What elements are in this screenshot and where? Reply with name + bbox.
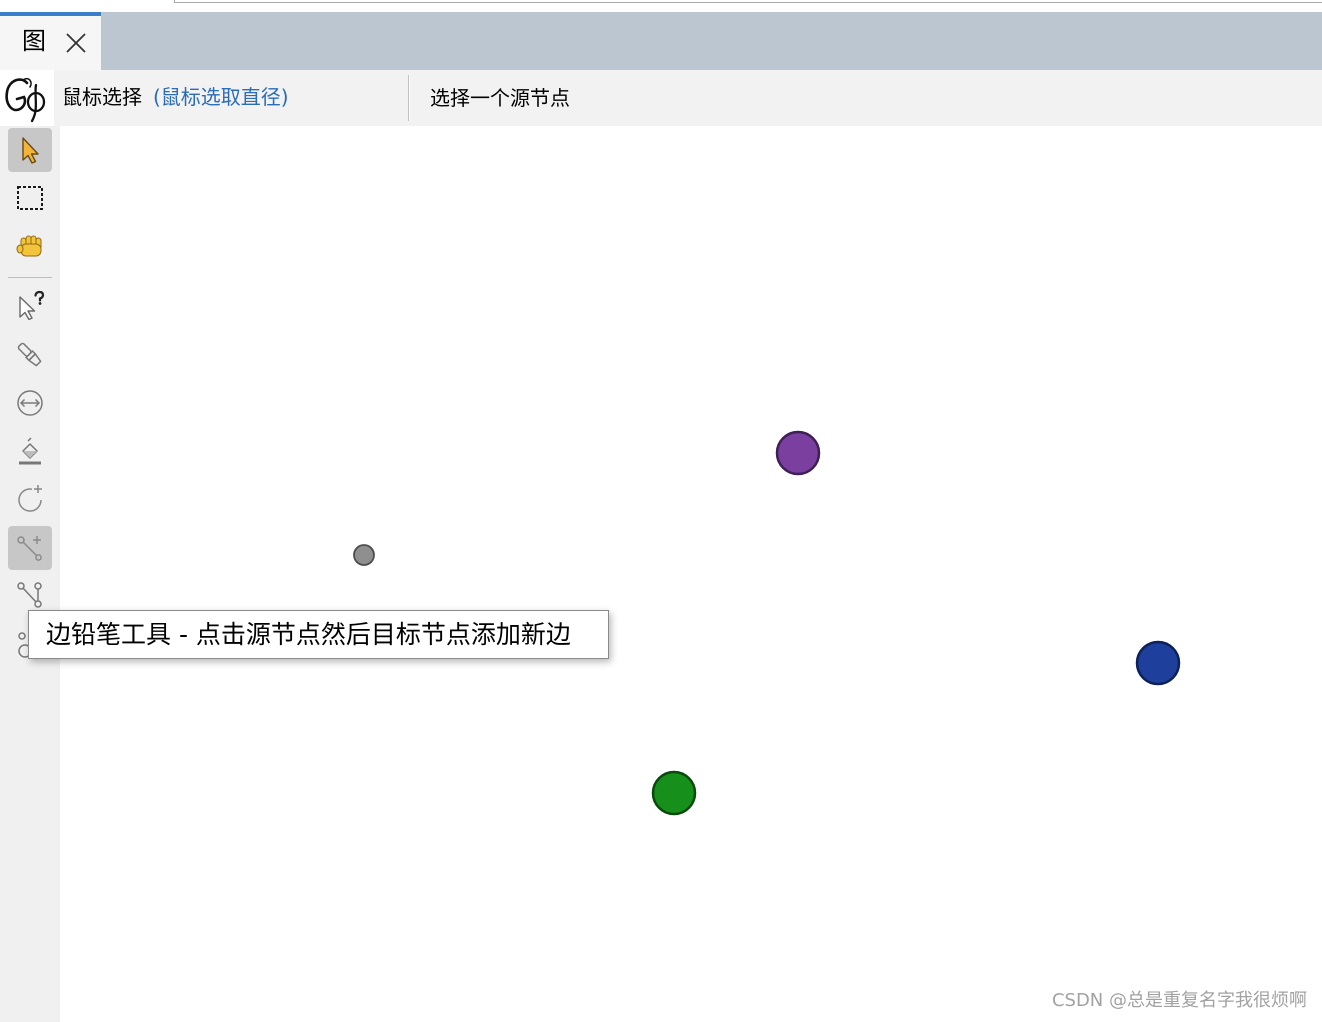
tool-edge-pencil[interactable] xyxy=(8,526,52,570)
logo xyxy=(0,70,54,126)
tab-graph[interactable]: 图 xyxy=(0,12,101,70)
graph-node[interactable] xyxy=(651,770,697,816)
tool-select[interactable] xyxy=(8,128,52,172)
watermark: CSDN @总是重复名字我很烦啊 xyxy=(1051,990,1307,1011)
graph-toolbar: 鼠标选择 (鼠标选取直径) 选择一个源节点 xyxy=(0,70,1322,126)
tool-drag[interactable] xyxy=(8,224,52,268)
rectangle-select-icon xyxy=(17,186,43,210)
pointer-help-icon xyxy=(19,290,45,320)
resize-icon xyxy=(17,390,43,416)
tool-add-node[interactable] xyxy=(8,476,52,520)
gephi-logo-icon xyxy=(5,77,46,123)
tool-sidebar xyxy=(0,126,60,1022)
close-icon[interactable] xyxy=(65,32,87,54)
status-text: 选择一个源节点 xyxy=(430,86,570,110)
edge-pencil-icon xyxy=(17,536,42,561)
tool-painter[interactable] xyxy=(8,333,52,377)
bucket-icon xyxy=(19,437,41,465)
drag-hand-icon xyxy=(16,235,42,257)
tab-title: 图 xyxy=(22,27,46,55)
top-strip xyxy=(0,0,1322,12)
graph-canvas[interactable] xyxy=(60,126,1322,1022)
graph-node[interactable] xyxy=(1135,640,1181,686)
tooltip-text: 边铅笔工具 - 点击源节点然后目标节点添加新边 xyxy=(46,620,571,649)
tab-active-indicator xyxy=(0,12,101,16)
field-edge xyxy=(174,0,1322,3)
toolbar-separator xyxy=(408,75,410,121)
graph-node[interactable] xyxy=(353,544,375,566)
tool-resize[interactable] xyxy=(8,381,52,425)
paint-brush-icon xyxy=(17,342,42,367)
tool-separator xyxy=(8,277,52,278)
graph-view[interactable] xyxy=(60,126,1322,1022)
tool-rectangle-select[interactable] xyxy=(8,176,52,220)
select-arrow-icon xyxy=(22,137,39,164)
tooltip: 边铅笔工具 - 点击源节点然后目标节点添加新边 xyxy=(28,610,609,659)
add-node-icon xyxy=(18,485,42,512)
graph-node[interactable] xyxy=(775,430,821,476)
tool-edit[interactable] xyxy=(8,283,52,327)
tab-bar xyxy=(0,12,1322,70)
shortest-path-icon xyxy=(17,582,42,608)
mode-detail-link[interactable]: (鼠标选取直径) xyxy=(153,84,289,110)
tool-bucket[interactable] xyxy=(8,429,52,473)
mode-label: 鼠标选择 xyxy=(62,85,142,109)
